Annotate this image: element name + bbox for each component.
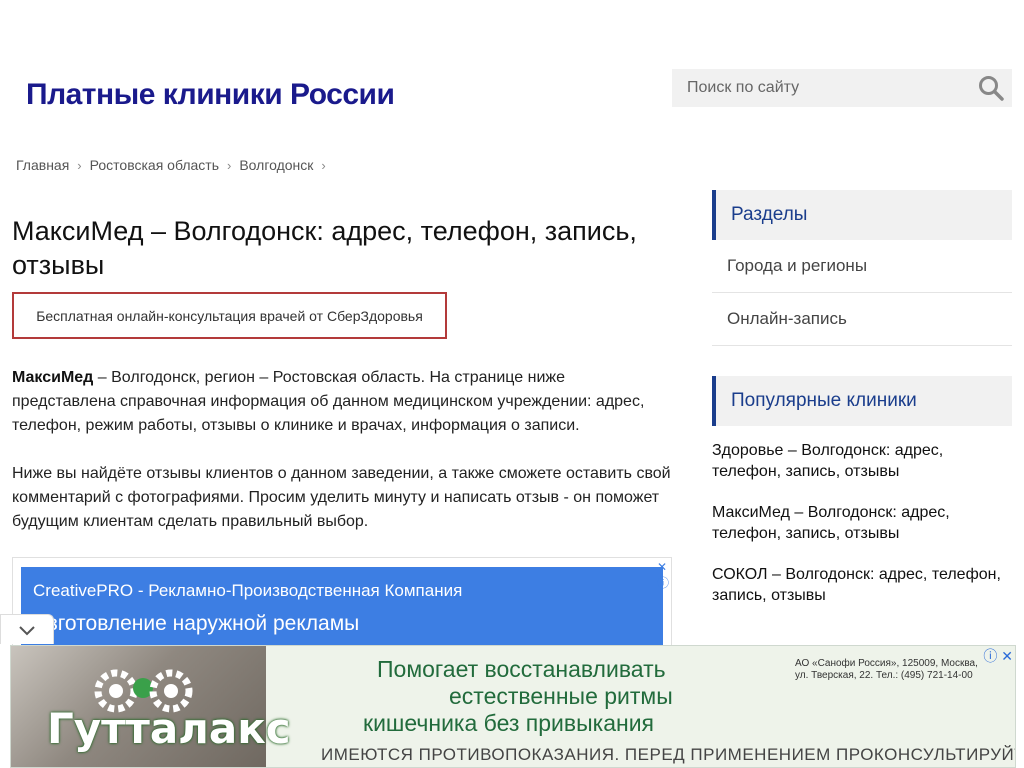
collapse-ad-button[interactable]	[0, 614, 54, 644]
breadcrumb-region[interactable]: Ростовская область	[90, 157, 219, 173]
search-box	[672, 69, 1012, 107]
chevron-down-icon	[19, 625, 35, 635]
promo-label: Бесплатная онлайн-консультация врачей от…	[36, 307, 423, 324]
search-input[interactable]	[672, 69, 972, 107]
promo-consultation-button[interactable]: Бесплатная онлайн-консультация врачей от…	[12, 292, 447, 339]
bottom-ad-banner[interactable]: Гутталакс Помогает восстанавливать естес…	[10, 645, 1016, 768]
sidebar-popular-heading: Популярные клиники	[712, 376, 1012, 426]
ad-brand-logo: Гутталакс	[47, 704, 291, 753]
popular-clinic-link[interactable]: СОКОЛ – Волгодонск: адрес, телефон, запи…	[712, 564, 1007, 606]
ad-banner: CreativePRO - Рекламно-Производственная …	[12, 557, 672, 647]
breadcrumb-city[interactable]: Волгодонск	[239, 157, 313, 173]
popular-clinics-list: Здоровье – Волгодонск: адрес, телефон, з…	[712, 440, 1012, 606]
page-title: МаксиМед – Волгодонск: адрес, телефон, з…	[12, 216, 637, 280]
ad-banner-link[interactable]: CreativePRO - Рекламно-Производственная …	[21, 567, 663, 646]
sidebar: Разделы Города и регионы Онлайн-запись П…	[712, 190, 1012, 626]
ad-close-icon[interactable]: ✕ ⓘ	[657, 560, 669, 591]
breadcrumb: Главная › Ростовская область › Волгодонс…	[16, 157, 326, 173]
ad-title: CreativePRO - Рекламно-Производственная …	[33, 581, 463, 600]
ad-headline: Помогает восстанавливать	[377, 656, 666, 682]
sidebar-item-online-booking[interactable]: Онлайн-запись	[712, 293, 1012, 346]
site-title[interactable]: Платные клиники России	[26, 78, 395, 112]
popular-clinic-link[interactable]: МаксиМед – Волгодонск: адрес, телефон, з…	[712, 502, 1007, 544]
breadcrumb-separator: ›	[77, 157, 82, 173]
intro-paragraph: МаксиМед – Волгодонск, регион – Ростовск…	[12, 366, 672, 438]
ad-subtitle: Изготовление наружной рекламы	[33, 612, 360, 635]
breadcrumb-separator: ›	[321, 157, 326, 173]
sidebar-item-cities[interactable]: Города и регионы	[712, 240, 1012, 293]
clinic-name: МаксиМед	[12, 369, 94, 386]
reviews-paragraph: Ниже вы найдёте отзывы клиентов о данном…	[12, 465, 671, 530]
ad-warning: ИМЕЮТСЯ ПРОТИВОПОКАЗАНИЯ. ПЕРЕД ПРИМЕНЕН…	[321, 745, 1015, 764]
ad-headline: кишечника без привыкания	[363, 710, 655, 736]
breadcrumb-home[interactable]: Главная	[16, 157, 69, 173]
search-icon[interactable]	[978, 75, 1004, 101]
intro-text: – Волгодонск, регион – Ростовская област…	[12, 369, 645, 434]
breadcrumb-separator: ›	[227, 157, 232, 173]
ad-close-icon[interactable]: ⓘ ✕	[983, 646, 1013, 666]
ad-headline: естественные ритмы	[449, 683, 673, 709]
popular-clinic-link[interactable]: Здоровье – Волгодонск: адрес, телефон, з…	[712, 440, 1007, 482]
ad-product-image: Гутталакс	[11, 646, 291, 767]
sidebar-sections-heading: Разделы	[712, 190, 1012, 240]
ad-company-info: АО «Санофи Россия», 125009, Москва, ул. …	[795, 658, 978, 681]
